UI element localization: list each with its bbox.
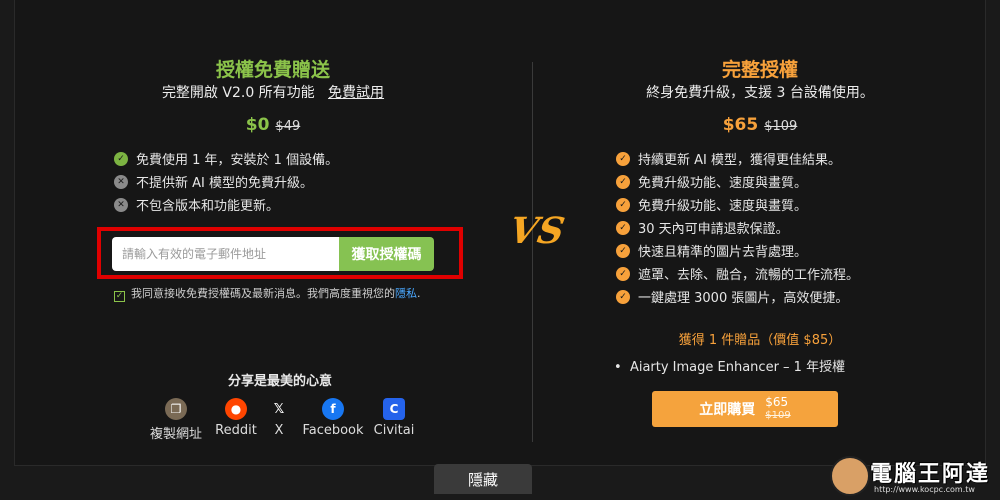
- check-icon: ✓: [616, 220, 630, 235]
- list-item: ✓ 免費使用 1 年，安裝於 1 個設備。: [114, 147, 338, 170]
- check-icon: ✓: [616, 243, 630, 258]
- gift-item: • Aiarty Image Enhancer – 1 年授權: [614, 360, 846, 375]
- full-price: $65 $109: [534, 115, 986, 135]
- full-old-price: $109: [764, 119, 798, 134]
- cross-icon: ✕: [114, 174, 128, 189]
- check-icon: ✓: [616, 289, 630, 304]
- full-price-value: $65: [722, 115, 759, 135]
- hide-tab-button[interactable]: 隱藏: [434, 464, 532, 494]
- cross-icon: ✕: [114, 197, 128, 212]
- facebook-icon: f: [322, 398, 344, 420]
- check-icon: ✓: [114, 151, 128, 166]
- share-reddit[interactable]: ● Reddit: [211, 398, 261, 438]
- list-item: ✓ 快速且精準的圖片去背處理。: [616, 239, 859, 262]
- civitai-icon: C: [383, 398, 405, 420]
- vs-logo: VS: [506, 210, 568, 252]
- watermark-text: 電腦王阿達: [870, 462, 991, 487]
- list-item: ✓ 免費升級功能、速度與畫質。: [616, 193, 859, 216]
- share-civitai[interactable]: C Civitai: [372, 398, 416, 438]
- free-old-price: $49: [275, 119, 301, 134]
- full-feature-list: ✓ 持續更新 AI 模型，獲得更佳結果。 ✓ 免費升級功能、速度與畫質。 ✓ 免費升級…: [616, 147, 859, 308]
- consent-text: 我同意接收免費授權碼及最新消息。我們高度重視您的: [131, 287, 395, 300]
- column-divider: [532, 62, 533, 442]
- full-subtitle: 終身免費升級，支援 3 台設備使用。: [646, 85, 874, 101]
- gift-title: 獲得 1 件贈品（價值 $85）: [678, 333, 842, 348]
- buy-price: $65 $109: [765, 395, 791, 421]
- free-subtitle-text: 完整開啟 V2.0 所有功能: [161, 85, 315, 101]
- free-price-value: $0: [245, 115, 270, 135]
- buy-now-button[interactable]: 立即購買 $65 $109: [652, 391, 838, 427]
- free-price: $0 $49: [14, 115, 532, 135]
- watermark-logo: 電腦王阿達 http://www.kocpc.com.tw: [830, 454, 1000, 500]
- privacy-link[interactable]: 隱私: [395, 287, 417, 300]
- list-item: ✓ 一鍵處理 3000 張圖片，高效便捷。: [616, 285, 859, 308]
- reddit-icon: ●: [225, 398, 247, 420]
- consent-checkbox[interactable]: ✓: [114, 291, 125, 302]
- free-title: 授權免費贈送: [215, 59, 330, 81]
- email-input[interactable]: [112, 237, 340, 271]
- list-item: ✓ 持續更新 AI 模型，獲得更佳結果。: [616, 147, 859, 170]
- mascot-icon: [830, 456, 870, 496]
- check-icon: ✓: [616, 197, 630, 212]
- share-x[interactable]: 𝕏 X: [268, 398, 290, 439]
- check-icon: ✓: [616, 266, 630, 281]
- share-facebook[interactable]: f Facebook: [300, 398, 366, 438]
- list-item: ✓ 免費升級功能、速度與畫質。: [616, 170, 859, 193]
- x-icon: 𝕏: [273, 401, 285, 417]
- watermark-url: http://www.kocpc.com.tw: [874, 485, 975, 494]
- free-trial-link[interactable]: 免費試用: [328, 85, 384, 101]
- share-copy-url[interactable]: ❐ 複製網址: [146, 398, 206, 442]
- get-license-button[interactable]: 獲取授權碼: [339, 237, 434, 271]
- copy-icon: ❐: [165, 398, 187, 420]
- list-item: ✓ 30 天內可申請退款保證。: [616, 216, 859, 239]
- share-title: 分享是最美的心意: [227, 374, 332, 389]
- list-item: ✓ 遮罩、去除、融合，流暢的工作流程。: [616, 262, 859, 285]
- list-item: ✕ 不包含版本和功能更新。: [114, 193, 338, 216]
- check-icon: ✓: [616, 174, 630, 189]
- free-subtitle: 完整開啟 V2.0 所有功能 免費試用: [14, 82, 532, 102]
- check-icon: ✓: [616, 151, 630, 166]
- free-feature-list: ✓ 免費使用 1 年，安裝於 1 個設備。 ✕ 不提供新 AI 模型的免費升級。 ✕…: [114, 147, 338, 216]
- buy-label: 立即購買: [699, 402, 756, 418]
- full-title: 完整授權: [721, 59, 798, 81]
- list-item: ✕ 不提供新 AI 模型的免費升級。: [114, 170, 338, 193]
- consent-row: ✓ 我同意接收免費授權碼及最新消息。我們高度重視您的隱私.: [114, 287, 421, 302]
